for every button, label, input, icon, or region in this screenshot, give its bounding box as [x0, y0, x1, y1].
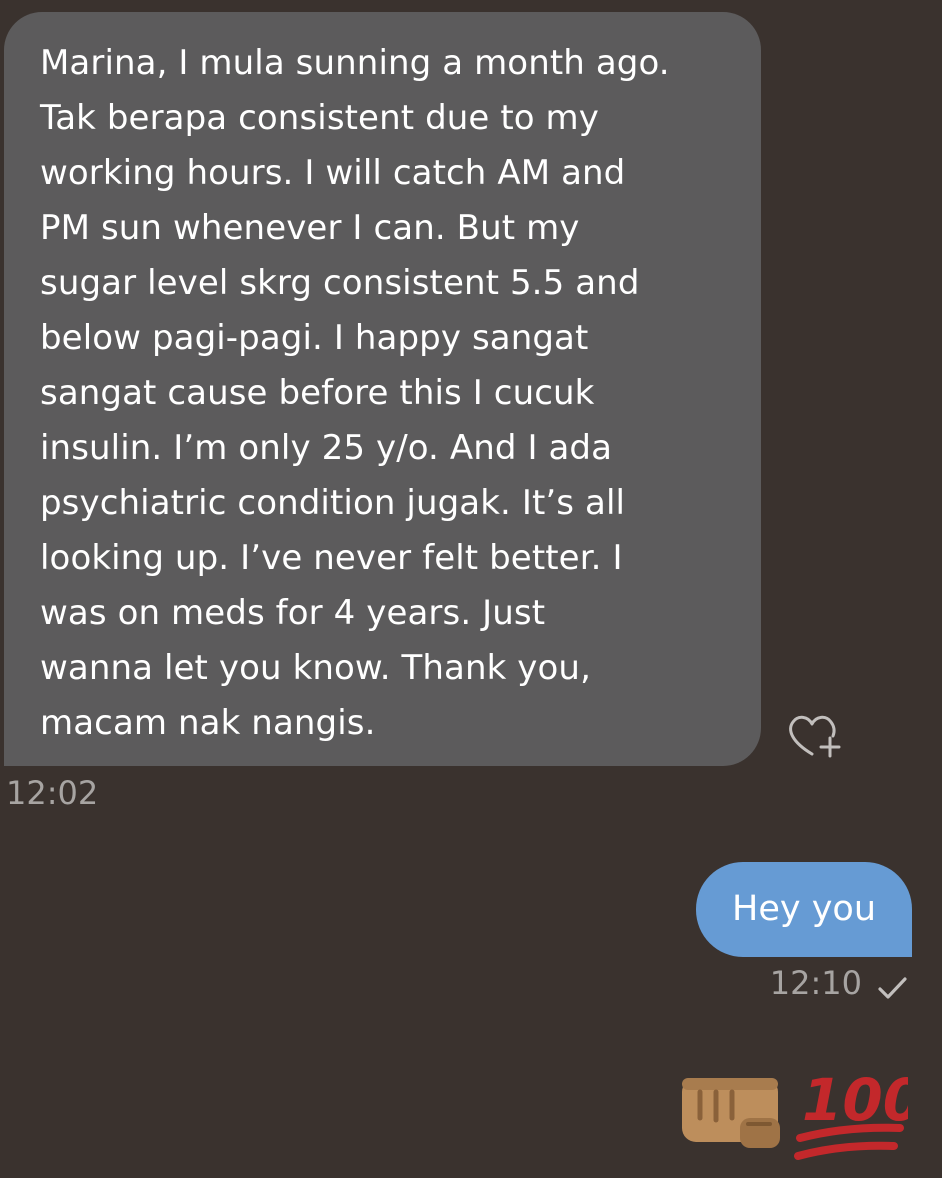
outgoing-timestamp: 12:10	[769, 964, 862, 1002]
outgoing-message-text: Hey you	[732, 889, 876, 929]
incoming-message-text: Marina, I mula sunning a month ago. Tak …	[40, 43, 670, 743]
incoming-message-bubble[interactable]: Marina, I mula sunning a month ago. Tak …	[4, 12, 761, 766]
hundred-points-emoji: 100	[794, 1066, 923, 1160]
fist-bump-emoji	[682, 1078, 780, 1148]
message-reactions: 100	[678, 1058, 923, 1168]
outgoing-message-bubble[interactable]: Hey you	[696, 862, 912, 957]
heart-plus-icon[interactable]	[784, 708, 848, 772]
check-icon	[876, 974, 910, 1002]
incoming-timestamp: 12:02	[6, 774, 99, 812]
